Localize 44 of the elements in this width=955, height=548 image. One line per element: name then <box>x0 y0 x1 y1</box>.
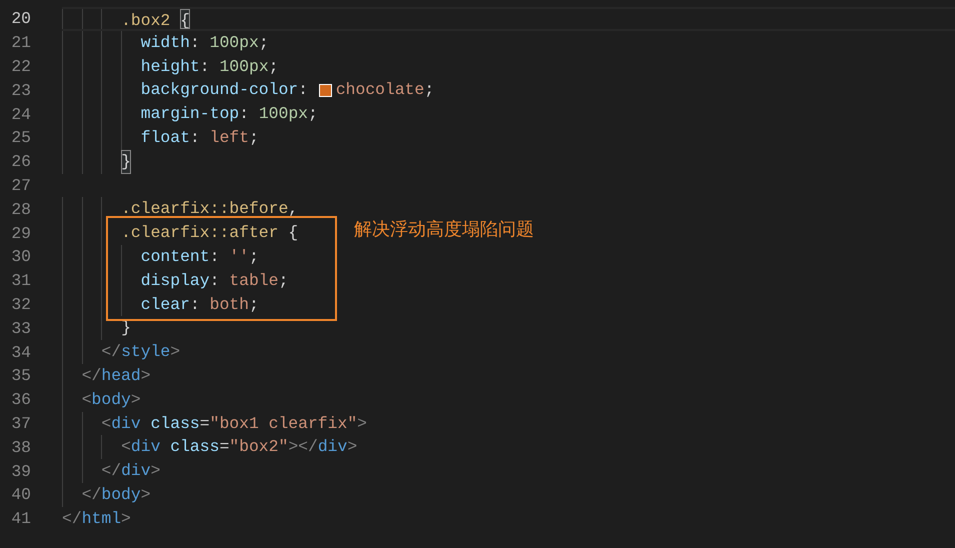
line-number: 27 <box>10 176 31 195</box>
code-text: .clearfix::after { <box>62 221 298 245</box>
code-text: <div class="box2"></div> <box>62 435 358 460</box>
line-number: 24 <box>10 104 31 124</box>
line-number: 31 <box>10 271 31 290</box>
code-text: background-color: <box>62 78 318 102</box>
line-number: 39 <box>10 462 31 481</box>
code-text: height: 100px; <box>62 54 278 78</box>
line-number: 23 <box>10 80 31 100</box>
code-text: <div class="box1 clearfix"> <box>62 412 367 436</box>
line-number: 38 <box>10 438 31 457</box>
code-text: display: table; <box>62 268 288 293</box>
line-number: 29 <box>10 224 31 243</box>
code-text: </body> <box>62 482 151 507</box>
color-swatch-icon[interactable] <box>318 84 332 97</box>
line-number: 21 <box>10 33 31 52</box>
code-text: content: ''; <box>62 244 259 269</box>
line-number: 34 <box>10 342 31 362</box>
code-text: .clearfix::before, <box>62 197 298 222</box>
code-text: } <box>62 150 131 174</box>
line-number: 30 <box>10 247 31 266</box>
line-number: 28 <box>10 200 31 219</box>
line-number: 37 <box>10 414 31 433</box>
code-text: </html> <box>62 508 131 530</box>
code-text: <body> <box>62 388 141 412</box>
line-number: 33 <box>10 318 31 338</box>
line-number: 41 <box>10 509 31 528</box>
line-number: 35 <box>10 366 31 386</box>
line-number: 36 <box>10 390 31 410</box>
line-number: 32 <box>10 294 31 314</box>
code-text: </div> <box>62 459 160 483</box>
line-number: 25 <box>10 128 31 148</box>
code-text: width: 100px; <box>62 30 269 55</box>
code-text: margin-top: 100px; <box>62 102 318 126</box>
code-text: float: left; <box>62 126 259 150</box>
line-number: 26 <box>10 152 31 172</box>
code-text: </style> <box>62 340 180 364</box>
code-text: </head> <box>62 364 151 388</box>
line-number: 22 <box>10 56 31 76</box>
code-text: chocolate; <box>336 79 434 102</box>
line-number: 20 <box>10 9 31 28</box>
code-text: clear: both; <box>62 292 259 316</box>
line-number: 40 <box>10 485 31 504</box>
annotation-note: 解决浮动高度塌陷问题 <box>354 218 534 242</box>
